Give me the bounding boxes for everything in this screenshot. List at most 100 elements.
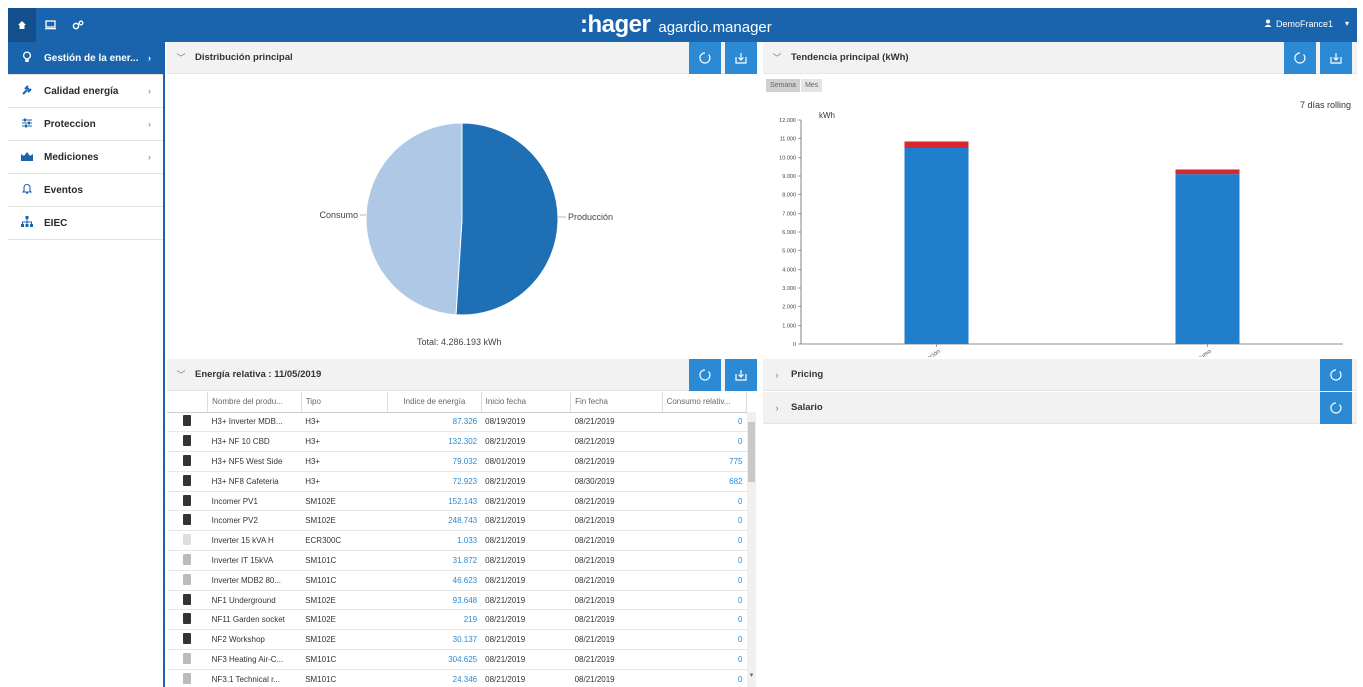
y-tick-label: 3.000 xyxy=(782,286,796,292)
refresh-button[interactable] xyxy=(1320,359,1352,391)
period-tabs: Semana Mes xyxy=(766,79,823,92)
bar[interactable] xyxy=(904,141,969,148)
table-row[interactable]: Incomer PV2 SM102E 248.743 08/21/2019 08/21/… xyxy=(167,510,747,532)
monitor-icon[interactable] xyxy=(36,8,64,42)
refresh-button[interactable] xyxy=(1320,392,1352,424)
tab-semana[interactable]: Semana xyxy=(766,79,801,92)
column-header[interactable]: Consumo relativ... xyxy=(662,392,748,413)
column-header[interactable]: Tipo xyxy=(301,392,389,413)
sidebar-item-label: Calidad energía xyxy=(44,85,119,97)
chevron-down-icon[interactable]: ﹀ xyxy=(763,51,791,64)
sidebar-item-eventos[interactable]: Eventos xyxy=(8,174,163,207)
export-button[interactable] xyxy=(725,42,757,74)
table-row[interactable]: H3+ NF8 Cafeteria H3+ 72.923 08/21/2019 08/3… xyxy=(167,471,747,492)
download-icon xyxy=(1330,53,1342,64)
pie-slice[interactable] xyxy=(455,122,559,316)
device-cell xyxy=(167,629,208,651)
refresh-button[interactable] xyxy=(689,359,721,391)
panel-title: Energía relativa : 11/05/2019 xyxy=(195,369,322,380)
column-header[interactable]: Fin fecha xyxy=(570,392,663,413)
bar[interactable] xyxy=(1175,174,1240,344)
bar[interactable] xyxy=(904,148,969,344)
export-button[interactable] xyxy=(1320,42,1352,74)
sidebar-item-mediciones[interactable]: Mediciones › xyxy=(8,141,163,174)
panel-header: ﹀ Energía relativa : 11/05/2019 xyxy=(167,359,757,391)
scrollbar[interactable]: ▾ xyxy=(747,412,756,687)
cell-indice: 132.302 xyxy=(387,431,482,453)
column-header[interactable]: Inicio fecha xyxy=(481,392,572,413)
chevron-right-icon[interactable]: › xyxy=(763,370,791,380)
cell-fin: 08/21/2019 xyxy=(570,491,663,512)
cell-indice: 304.625 xyxy=(387,649,482,670)
cell-tipo: SM102E xyxy=(301,491,388,512)
table-row[interactable]: Incomer PV1 SM102E 152.143 08/21/2019 08/21/… xyxy=(167,491,747,512)
sidebar-item-eiec[interactable]: EIEC xyxy=(8,207,163,240)
device-cell xyxy=(167,570,208,591)
table-row[interactable]: NF3.1 Technical r... SM101C 24.346 08/21/20… xyxy=(167,669,747,687)
table-row[interactable]: H3+ Inverter MDB... H3+ 87.326 08/19/2019 08… xyxy=(167,412,747,433)
table-row[interactable]: NF2 Workshop SM102E 30.137 08/21/2019 08/21/… xyxy=(167,629,747,651)
device-icon xyxy=(183,633,192,645)
gears-icon[interactable] xyxy=(64,8,92,42)
panel-title: Salario xyxy=(791,402,823,413)
cell-consumo: 0 xyxy=(662,609,747,631)
device-cell xyxy=(167,649,208,670)
pie-label-produccion: Producción xyxy=(568,212,613,222)
sidebar-item-gestion[interactable]: Gestión de la ener... › xyxy=(8,42,163,75)
cell-name: NF3 Heating Air-C... xyxy=(207,649,302,670)
cell-consumo: 0 xyxy=(662,629,747,651)
sidebar-item-proteccion[interactable]: Proteccion › xyxy=(8,108,163,141)
table-row[interactable]: NF1 Underground SM102E 93.648 08/21/2019 08/… xyxy=(167,590,747,611)
cell-tipo: H3+ xyxy=(301,471,388,492)
cell-inicio: 08/21/2019 xyxy=(481,431,571,453)
device-icon xyxy=(183,534,192,546)
cell-indice: 87.326 xyxy=(387,412,482,433)
salario-panel: › Salario xyxy=(763,392,1357,424)
table-row[interactable]: H3+ NF5 West Side H3+ 79.032 08/01/2019 08/2… xyxy=(167,451,747,472)
refresh-icon xyxy=(699,52,711,64)
panel-header[interactable]: › Salario xyxy=(763,392,1357,424)
refresh-button[interactable] xyxy=(689,42,721,74)
pie-slice[interactable] xyxy=(365,122,463,316)
scrollbar-thumb[interactable] xyxy=(748,422,755,482)
device-cell xyxy=(167,491,208,512)
table-row[interactable]: H3+ NF 10 CBD H3+ 132.302 08/21/2019 08/21/2… xyxy=(167,431,747,453)
cell-tipo: SM101C xyxy=(301,669,388,687)
cell-tipo: SM102E xyxy=(301,629,388,651)
chevron-down-icon[interactable]: ﹀ xyxy=(167,368,195,381)
sidebar-item-calidad[interactable]: Calidad energía › xyxy=(8,75,163,108)
device-cell xyxy=(167,530,208,552)
panel-title: Pricing xyxy=(791,369,824,380)
table-row[interactable]: NF3 Heating Air-C... SM101C 304.625 08/21/2… xyxy=(167,649,747,670)
table-row[interactable]: Inverter MDB2 80... SM101C 46.623 08/21/201… xyxy=(167,570,747,591)
column-header[interactable]: Nombre del produ... xyxy=(207,392,302,413)
chevron-right-icon[interactable]: › xyxy=(763,403,791,413)
refresh-button[interactable] xyxy=(1284,42,1316,74)
home-icon[interactable] xyxy=(8,8,36,42)
cell-inicio: 08/19/2019 xyxy=(481,412,571,433)
export-button[interactable] xyxy=(725,359,757,391)
cell-name: NF11 Garden socket xyxy=(207,609,302,631)
table-row[interactable]: Inverter IT 15kVA SM101C 31.872 08/21/2019 0… xyxy=(167,550,747,571)
cell-inicio: 08/21/2019 xyxy=(481,510,571,532)
panel-header[interactable]: › Pricing xyxy=(763,359,1357,391)
user-menu[interactable]: DemoFrance1 xyxy=(1264,19,1333,29)
scroll-down-icon[interactable]: ▾ xyxy=(747,671,756,679)
cell-indice: 31.872 xyxy=(387,550,482,571)
chevron-down-icon[interactable]: ﹀ xyxy=(167,51,195,64)
column-header-icon xyxy=(167,392,209,413)
tab-mes[interactable]: Mes xyxy=(801,79,823,92)
energy-table: Nombre del produ... Tipo Indice de energ… xyxy=(167,392,748,687)
device-icon xyxy=(183,652,192,664)
pie-total: Total: 4.286.193 kWh xyxy=(417,337,502,347)
sidebar-item-label: EIEC xyxy=(44,217,68,229)
cell-tipo: SM102E xyxy=(301,609,388,631)
table-row[interactable]: Inverter 15 kVA H ECR300C 1.033 08/21/2019 0… xyxy=(167,530,747,552)
panel-header: ﹀ Tendencia principal (kWh) xyxy=(763,42,1357,74)
column-header[interactable]: Indice de energía xyxy=(387,392,482,413)
chevron-down-icon[interactable]: ▾ xyxy=(1345,19,1349,28)
cell-indice: 46.623 xyxy=(387,570,482,591)
bar[interactable] xyxy=(1175,169,1240,175)
chevron-right-icon: › xyxy=(148,86,151,96)
table-row[interactable]: NF11 Garden socket SM102E 219 08/21/2019 08/… xyxy=(167,609,747,631)
